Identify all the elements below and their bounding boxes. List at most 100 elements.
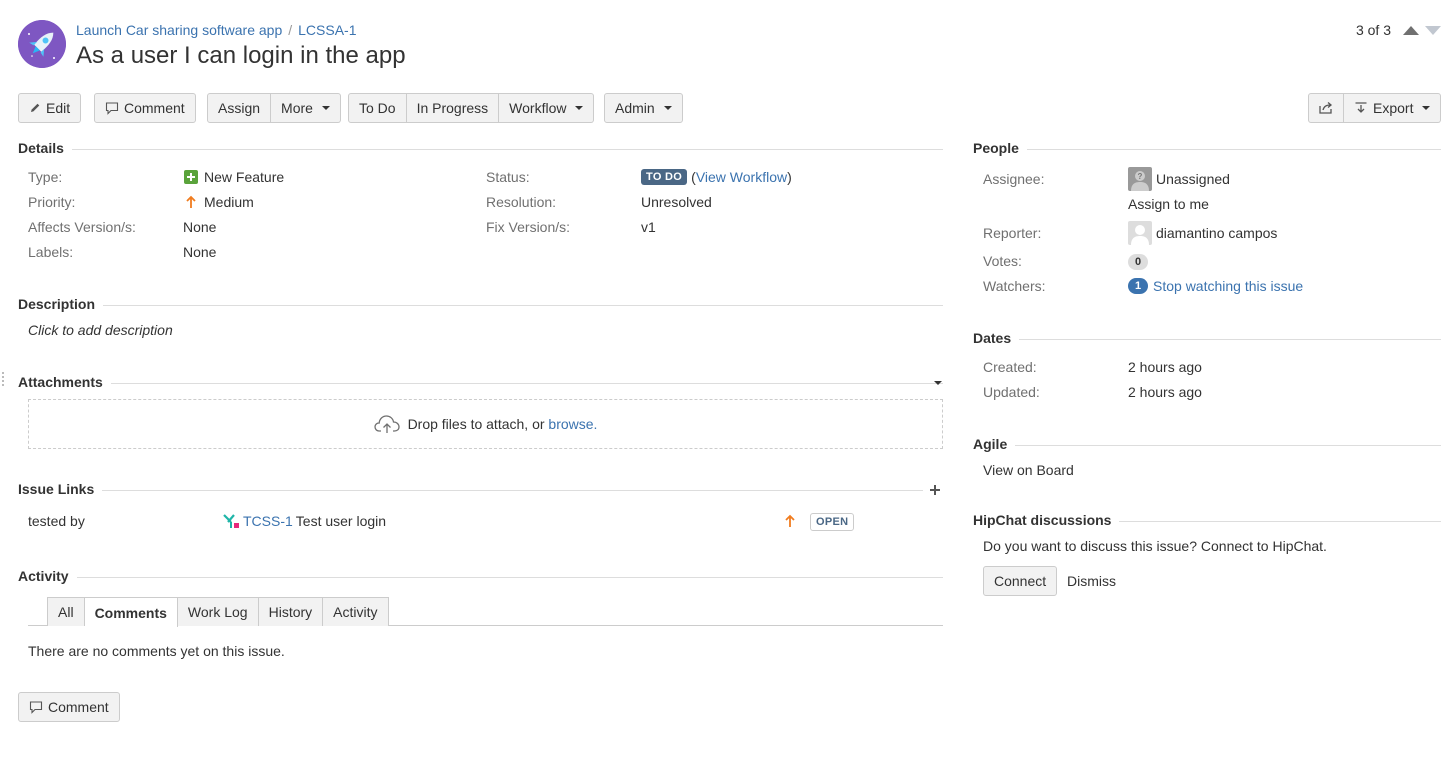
attachments-options-chevron-icon[interactable] <box>934 381 942 385</box>
link-relation: tested by <box>28 513 85 529</box>
labels-value[interactable]: None <box>183 244 216 260</box>
activity-divider <box>18 577 943 578</box>
assign-more-group: Assign More <box>207 93 341 123</box>
more-button[interactable]: More <box>271 93 341 123</box>
affects-versions-value[interactable]: None <box>183 219 216 235</box>
share-button[interactable] <box>1308 93 1344 123</box>
details-heading[interactable]: Details <box>18 140 72 156</box>
agile-divider <box>973 445 1441 446</box>
add-link-icon[interactable] <box>929 484 941 496</box>
people-heading[interactable]: People <box>973 140 1027 156</box>
todo-transition-button[interactable]: To Do <box>348 93 407 123</box>
unassigned-avatar-icon: ? <box>1128 167 1152 191</box>
reporter-value: diamantino campos <box>1128 221 1277 245</box>
assignee-name: Unassigned <box>1156 171 1230 187</box>
admin-button[interactable]: Admin <box>604 93 683 123</box>
linked-issue-key-link[interactable]: TCSS-1 <box>243 513 293 529</box>
project-avatar[interactable] <box>18 20 66 68</box>
chevron-down-icon <box>575 106 584 110</box>
description-placeholder[interactable]: Click to add description <box>28 322 173 338</box>
chevron-down-icon <box>663 106 672 110</box>
chevron-down-icon <box>1422 106 1431 110</box>
assignee-value: ? Unassigned <box>1128 167 1230 191</box>
no-comments-message: There are no comments yet on this issue. <box>28 643 285 659</box>
dismiss-link[interactable]: Dismiss <box>1067 573 1116 589</box>
agile-heading[interactable]: Agile <box>973 436 1016 452</box>
connect-button[interactable]: Connect <box>983 566 1058 596</box>
watchers-label: Watchers: <box>983 278 1046 294</box>
activity-tabs: All Comments Work Log History Activity <box>47 597 389 627</box>
view-on-board-link[interactable]: View on Board <box>983 462 1074 478</box>
breadcrumb-issue-key-link[interactable]: LCSSA-1 <box>298 22 356 38</box>
pager-count: 3 of 3 <box>1355 22 1391 38</box>
people-divider <box>973 149 1441 150</box>
tab-activity[interactable]: Activity <box>323 597 389 626</box>
transition-group: To Do In Progress Workflow <box>348 93 595 123</box>
export-button[interactable]: Export <box>1344 93 1442 123</box>
updated-label: Updated: <box>983 384 1040 400</box>
workflow-button[interactable]: Workflow <box>499 93 595 123</box>
votes-count-badge[interactable]: 0 <box>1128 254 1148 270</box>
comment-button[interactable]: Comment <box>94 93 196 123</box>
linked-issue-summary: Test user login <box>295 513 387 529</box>
description-divider <box>18 305 943 306</box>
attachments-dropzone[interactable]: Drop files to attach, or browse. <box>28 399 943 449</box>
fix-version-link[interactable]: v1 <box>641 219 656 235</box>
share-export-group: Export <box>1308 93 1442 123</box>
reporter-name[interactable]: diamantino campos <box>1156 225 1277 241</box>
reporter-label: Reporter: <box>983 225 1042 241</box>
hipchat-actions: Connect <box>983 566 1058 596</box>
assign-to-me-link[interactable]: Assign to me <box>1128 196 1209 212</box>
reporter-avatar[interactable] <box>1128 221 1152 245</box>
edit-button[interactable]: Edit <box>18 93 82 123</box>
watchers-count-badge[interactable]: 1 <box>1128 278 1148 294</box>
created-label: Created: <box>983 359 1037 375</box>
in-progress-transition-button[interactable]: In Progress <box>406 93 500 123</box>
tab-comments[interactable]: Comments <box>84 597 178 627</box>
labels-label: Labels: <box>28 244 74 260</box>
updated-value: 2 hours ago <box>1128 384 1202 400</box>
download-icon <box>1355 102 1367 113</box>
resolution-value: Unresolved <box>641 194 712 210</box>
issue-links-heading[interactable]: Issue Links <box>18 481 103 497</box>
priority-value-text: Medium <box>204 194 254 210</box>
breadcrumb-project-link[interactable]: Launch Car sharing software app <box>76 22 282 38</box>
add-comment-button-label: Comment <box>48 699 109 715</box>
comment-icon <box>105 102 119 115</box>
tab-all[interactable]: All <box>47 597 85 626</box>
drag-handle[interactable] <box>2 372 5 386</box>
type-value: New Feature <box>184 169 284 185</box>
hipchat-heading[interactable]: HipChat discussions <box>973 512 1120 528</box>
details-divider <box>18 149 943 150</box>
edit-group: Edit <box>18 93 82 123</box>
issue-links-divider <box>18 490 923 491</box>
comment-group: Comment <box>94 93 196 123</box>
previous-issue-icon[interactable] <box>1403 25 1419 35</box>
fix-versions-label: Fix Version/s: <box>486 219 571 235</box>
view-workflow-link[interactable]: View Workflow <box>696 169 787 185</box>
browse-link[interactable]: browse. <box>548 416 597 432</box>
admin-button-label: Admin <box>615 100 655 116</box>
export-button-label: Export <box>1373 100 1414 116</box>
assign-button[interactable]: Assign <box>207 93 272 123</box>
assignee-label: Assignee: <box>983 171 1045 187</box>
issue-toolbar: Edit Comment Assign More To Do In Progre… <box>18 93 1442 123</box>
dates-heading[interactable]: Dates <box>973 330 1020 346</box>
affects-versions-label: Affects Version/s: <box>28 219 136 235</box>
tab-history[interactable]: History <box>258 597 324 626</box>
tab-work-log[interactable]: Work Log <box>177 597 259 626</box>
stop-watching-link[interactable]: Stop watching this issue <box>1153 278 1303 294</box>
test-issue-icon <box>223 514 239 528</box>
activity-heading[interactable]: Activity <box>18 568 77 584</box>
rocket-icon <box>18 20 66 68</box>
chevron-down-icon <box>321 106 330 110</box>
page-title: As a user I can login in the app <box>76 42 406 69</box>
next-issue-icon[interactable] <box>1425 25 1441 35</box>
status-close-paren: ) <box>787 169 792 185</box>
add-comment-button[interactable]: Comment <box>18 692 120 722</box>
status-badge: TO DO <box>641 169 688 185</box>
attachments-heading[interactable]: Attachments <box>18 374 111 390</box>
watchers-value: 1 Stop watching this issue <box>1128 278 1303 294</box>
type-label: Type: <box>28 169 63 185</box>
description-heading[interactable]: Description <box>18 296 104 312</box>
